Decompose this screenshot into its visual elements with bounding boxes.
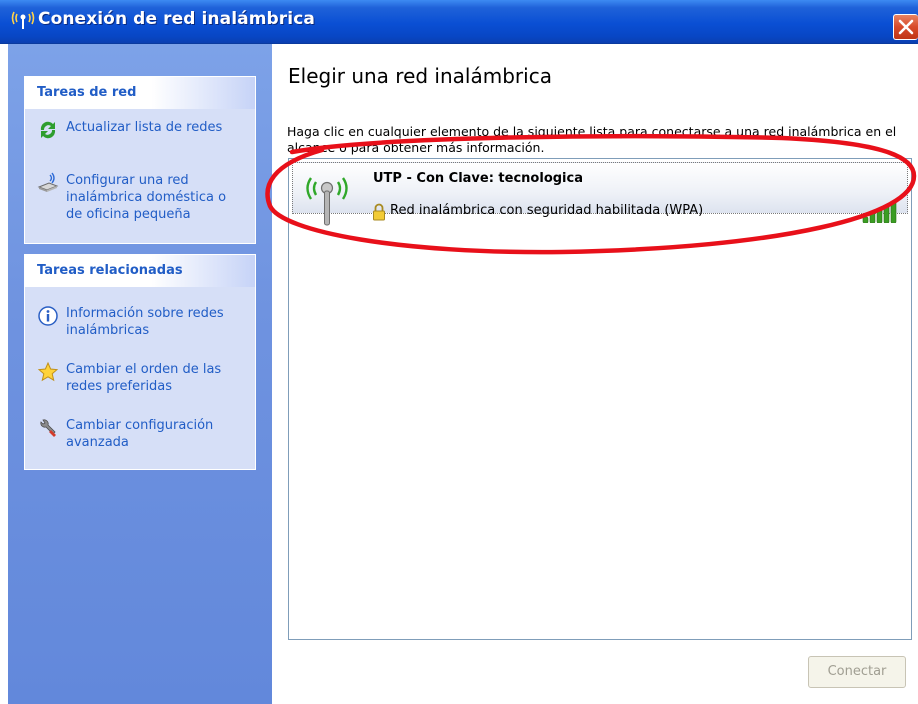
wireless-network-icon xyxy=(11,11,35,29)
wireless-antenna-icon xyxy=(306,177,348,226)
network-security-status: Red inalámbrica con seguridad habilitada… xyxy=(390,203,704,218)
related-tasks-header: Tareas relacionadas xyxy=(25,255,255,287)
network-list[interactable]: UTP - Con Clave: tecnologica Red inalámb… xyxy=(288,158,912,640)
task-setup-label: Configurar una red inalámbrica doméstica… xyxy=(66,173,227,222)
tools-icon xyxy=(40,419,56,437)
wireless-setup-icon xyxy=(37,172,59,192)
network-name: UTP - Con Clave: tecnologica xyxy=(373,171,583,186)
task-order-label: Cambiar el orden de las redes preferidas xyxy=(66,362,222,394)
task-pane: Tareas de red Actualizar lista de redes … xyxy=(8,44,272,704)
task-wireless-info[interactable]: Información sobre redes inalámbricas xyxy=(37,305,253,341)
signal-strength-icon xyxy=(862,200,897,223)
signal-bar xyxy=(883,204,890,223)
close-icon xyxy=(898,19,914,35)
instructions-text: Haga clic en cualquier elemento de la si… xyxy=(287,124,897,155)
network-tasks-box: Tareas de red Actualizar lista de redes … xyxy=(24,76,256,244)
task-setup-network[interactable]: Configurar una red inalámbrica doméstica… xyxy=(37,172,253,226)
task-advanced-label: Cambiar configuración avanzada xyxy=(66,418,214,450)
task-change-order[interactable]: Cambiar el orden de las redes preferidas xyxy=(37,361,253,397)
signal-bar xyxy=(869,212,876,223)
related-tasks-box: Tareas relacionadas Información sobre re… xyxy=(24,254,256,470)
lock-icon xyxy=(373,203,385,221)
title-bar: Conexión de red inalámbrica xyxy=(0,0,918,44)
page-title: Elegir una red inalámbrica xyxy=(288,64,552,88)
signal-bar xyxy=(862,216,869,223)
window-title: Conexión de red inalámbrica xyxy=(38,9,315,29)
close-button[interactable] xyxy=(893,14,918,40)
task-refresh-label: Actualizar lista de redes xyxy=(66,120,223,135)
main-content: Elegir una red inalámbrica Haga clic en … xyxy=(272,44,918,704)
signal-bar xyxy=(876,208,883,223)
refresh-icon xyxy=(40,121,56,139)
signal-bar xyxy=(890,200,897,223)
network-list-item[interactable]: UTP - Con Clave: tecnologica Red inalámb… xyxy=(292,162,908,226)
network-tasks-header: Tareas de red xyxy=(25,77,255,109)
task-refresh-networks[interactable]: Actualizar lista de redes xyxy=(37,119,253,139)
task-info-label: Información sobre redes inalámbricas xyxy=(66,306,224,338)
info-icon xyxy=(38,306,58,326)
task-advanced-settings[interactable]: Cambiar configuración avanzada xyxy=(37,417,253,453)
star-icon xyxy=(37,361,59,382)
connect-button[interactable]: Conectar xyxy=(808,656,906,688)
